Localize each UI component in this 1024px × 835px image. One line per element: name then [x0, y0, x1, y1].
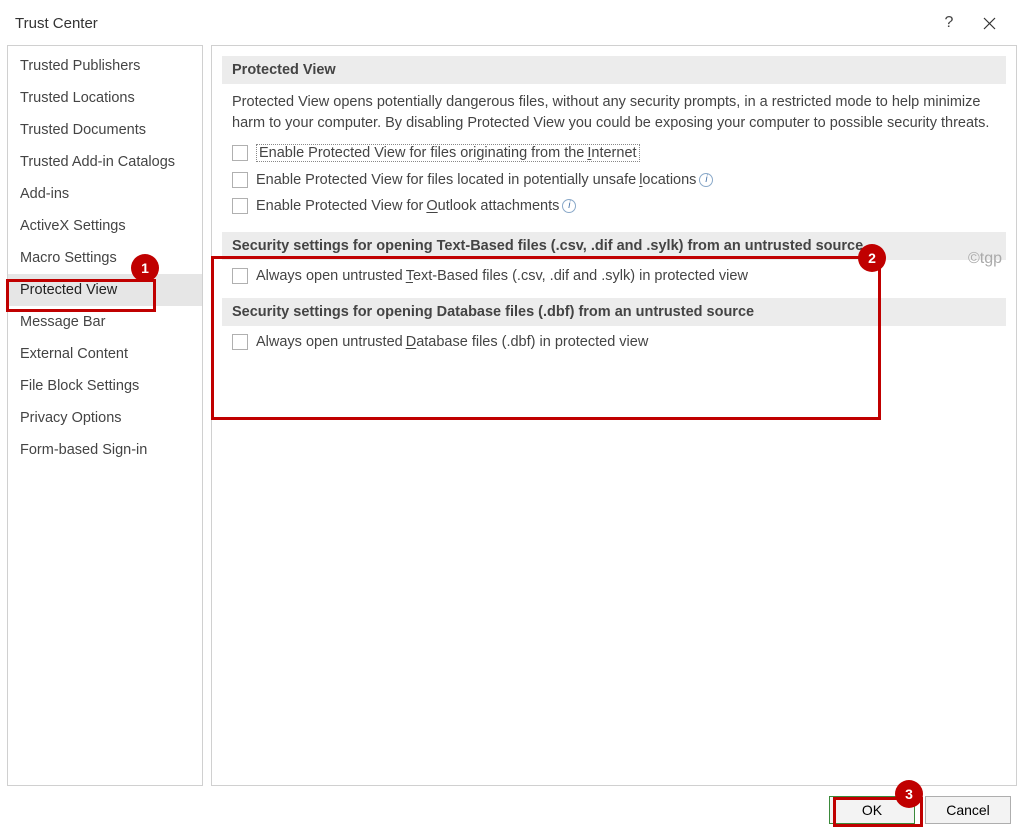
protected-view-description: Protected View opens potentially dangero…	[232, 92, 1002, 134]
option-unsafe-locations[interactable]: Enable Protected View for files located …	[232, 172, 1002, 188]
sidebar-item-activex-settings[interactable]: ActiveX Settings	[8, 210, 202, 242]
window-title: Trust Center	[15, 15, 929, 32]
ok-button[interactable]: OK	[829, 796, 915, 824]
sidebar-item-trusted-locations[interactable]: Trusted Locations	[8, 82, 202, 114]
option-outlook-attachments[interactable]: Enable Protected View for Outlook attach…	[232, 198, 1002, 214]
sidebar-item-trusted-documents[interactable]: Trusted Documents	[8, 114, 202, 146]
option-text-based[interactable]: Always open untrusted Text-Based files (…	[232, 268, 1002, 284]
sidebar-item-addins[interactable]: Add-ins	[8, 178, 202, 210]
checkbox-icon[interactable]	[232, 334, 248, 350]
checkbox-icon[interactable]	[232, 145, 248, 161]
option-text-based-label: Always open untrusted Text-Based files (…	[256, 268, 748, 284]
watermark: ©tgp	[968, 250, 1002, 268]
option-database-label: Always open untrusted Database files (.d…	[256, 334, 648, 350]
sidebar-item-protected-view[interactable]: Protected View	[8, 274, 202, 306]
sidebar-item-message-bar[interactable]: Message Bar	[8, 306, 202, 338]
info-icon[interactable]: i	[699, 173, 713, 187]
help-button[interactable]: ?	[929, 5, 969, 41]
section-header-text-based: Security settings for opening Text-Based…	[222, 232, 1006, 260]
trust-center-window: Trust Center ? Trusted Publishers Truste…	[0, 0, 1024, 835]
option-outlook-attachments-label: Enable Protected View for Outlook attach…	[256, 198, 576, 214]
main-panel: Protected View Protected View opens pote…	[211, 45, 1017, 786]
option-unsafe-locations-label: Enable Protected View for files located …	[256, 172, 713, 188]
section-header-protected-view: Protected View	[222, 56, 1006, 84]
content: Trusted Publishers Trusted Locations Tru…	[1, 45, 1023, 792]
sidebar-item-trusted-publishers[interactable]: Trusted Publishers	[8, 50, 202, 82]
sidebar-item-macro-settings[interactable]: Macro Settings	[8, 242, 202, 274]
sidebar-item-privacy-options[interactable]: Privacy Options	[8, 402, 202, 434]
option-internet-label: Enable Protected View for files originat…	[256, 144, 640, 162]
sidebar-item-form-based-signin[interactable]: Form-based Sign-in	[8, 434, 202, 466]
option-internet[interactable]: Enable Protected View for files originat…	[232, 144, 1002, 162]
section-header-database: Security settings for opening Database f…	[222, 298, 1006, 326]
sidebar: Trusted Publishers Trusted Locations Tru…	[7, 45, 203, 786]
checkbox-icon[interactable]	[232, 172, 248, 188]
checkbox-icon[interactable]	[232, 198, 248, 214]
dialog-footer: OK Cancel	[1, 792, 1023, 834]
titlebar: Trust Center ?	[1, 1, 1023, 45]
close-button[interactable]	[969, 5, 1009, 41]
close-icon	[983, 17, 996, 30]
checkbox-icon[interactable]	[232, 268, 248, 284]
info-icon[interactable]: i	[562, 199, 576, 213]
sidebar-item-file-block-settings[interactable]: File Block Settings	[8, 370, 202, 402]
sidebar-item-external-content[interactable]: External Content	[8, 338, 202, 370]
option-database[interactable]: Always open untrusted Database files (.d…	[232, 334, 1002, 350]
cancel-button[interactable]: Cancel	[925, 796, 1011, 824]
sidebar-item-trusted-addin-catalogs[interactable]: Trusted Add-in Catalogs	[8, 146, 202, 178]
